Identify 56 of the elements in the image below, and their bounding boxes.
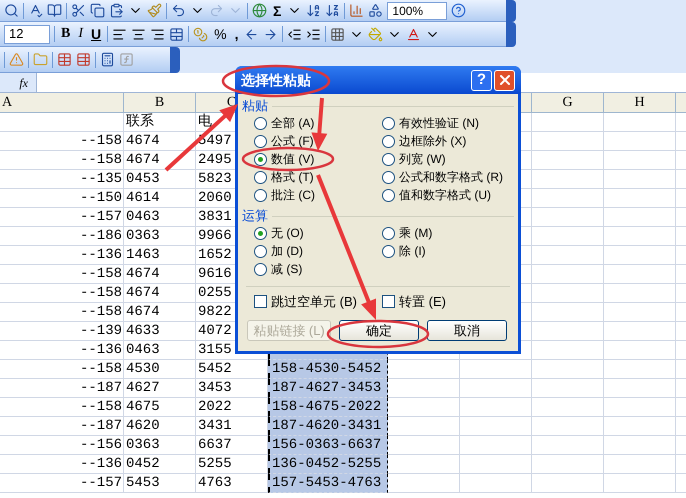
table-cell: 0452 xyxy=(124,455,196,474)
table-cell: --187 xyxy=(0,379,124,398)
table-cell: 0463 xyxy=(124,208,196,227)
table-cell: 5453 xyxy=(124,474,196,493)
table-cell: --135 xyxy=(0,170,124,189)
table-cell: 4674 xyxy=(124,132,196,151)
table-cell: 4614 xyxy=(124,189,196,208)
table-cell: --136 xyxy=(0,455,124,474)
table-cell: --136 xyxy=(0,246,124,265)
table-cell: 187-4627-3453 xyxy=(268,379,388,398)
table-cell: --186 xyxy=(0,227,124,246)
table-cell: --136 xyxy=(0,341,124,360)
table-cell: 158-4675-2022 xyxy=(268,398,388,417)
group-label: 运算 xyxy=(242,208,268,224)
table-cell: 0463 xyxy=(124,341,196,360)
table-cell: 4674 xyxy=(124,265,196,284)
table-cell: --156 xyxy=(0,436,124,455)
table-cell: 4530 xyxy=(124,360,196,379)
table-cell: --158 xyxy=(0,284,124,303)
table-cell: --158 xyxy=(0,151,124,170)
table-cell: 158-4530-5452 xyxy=(268,360,388,379)
table-cell: 5255 xyxy=(196,455,268,474)
table-cell: --150 xyxy=(0,189,124,208)
table-cell: --157 xyxy=(0,208,124,227)
table-cell: 4633 xyxy=(124,322,196,341)
table-cell: --158 xyxy=(0,265,124,284)
table-cell: 3431 xyxy=(196,417,268,436)
table-cell: 4675 xyxy=(124,398,196,417)
table-cell: 4674 xyxy=(124,284,196,303)
table-cell: --158 xyxy=(0,132,124,151)
table-cell: 2022 xyxy=(196,398,268,417)
table-cell: --187 xyxy=(0,417,124,436)
table-cell: 5452 xyxy=(196,360,268,379)
table-cell: 3453 xyxy=(196,379,268,398)
table-cell: 0363 xyxy=(124,436,196,455)
table-cell: --139 xyxy=(0,322,124,341)
table-cell: 4674 xyxy=(124,151,196,170)
table-cell: --158 xyxy=(0,360,124,379)
table-cell: 157-5453-4763 xyxy=(268,474,388,493)
table-cell: 1463 xyxy=(124,246,196,265)
table-cell: 136-0452-5255 xyxy=(268,455,388,474)
table-cell: 联系 xyxy=(124,113,196,132)
table-cell: 4620 xyxy=(124,417,196,436)
table-cell: --157 xyxy=(0,474,124,493)
table-cell: 6637 xyxy=(196,436,268,455)
table-cell: 0453 xyxy=(124,170,196,189)
table-cell: 4627 xyxy=(124,379,196,398)
table-cell: 4674 xyxy=(124,303,196,322)
group-label: 粘贴 xyxy=(242,98,268,114)
table-cell: 156-0363-6637 xyxy=(268,436,388,455)
table-cell: 0363 xyxy=(124,227,196,246)
table-cell: --158 xyxy=(0,303,124,322)
table-cell: 187-4620-3431 xyxy=(268,417,388,436)
dialog-title: 选择性粘贴 xyxy=(241,73,311,87)
table-cell: --158 xyxy=(0,398,124,417)
table-cell: 4763 xyxy=(196,474,268,493)
